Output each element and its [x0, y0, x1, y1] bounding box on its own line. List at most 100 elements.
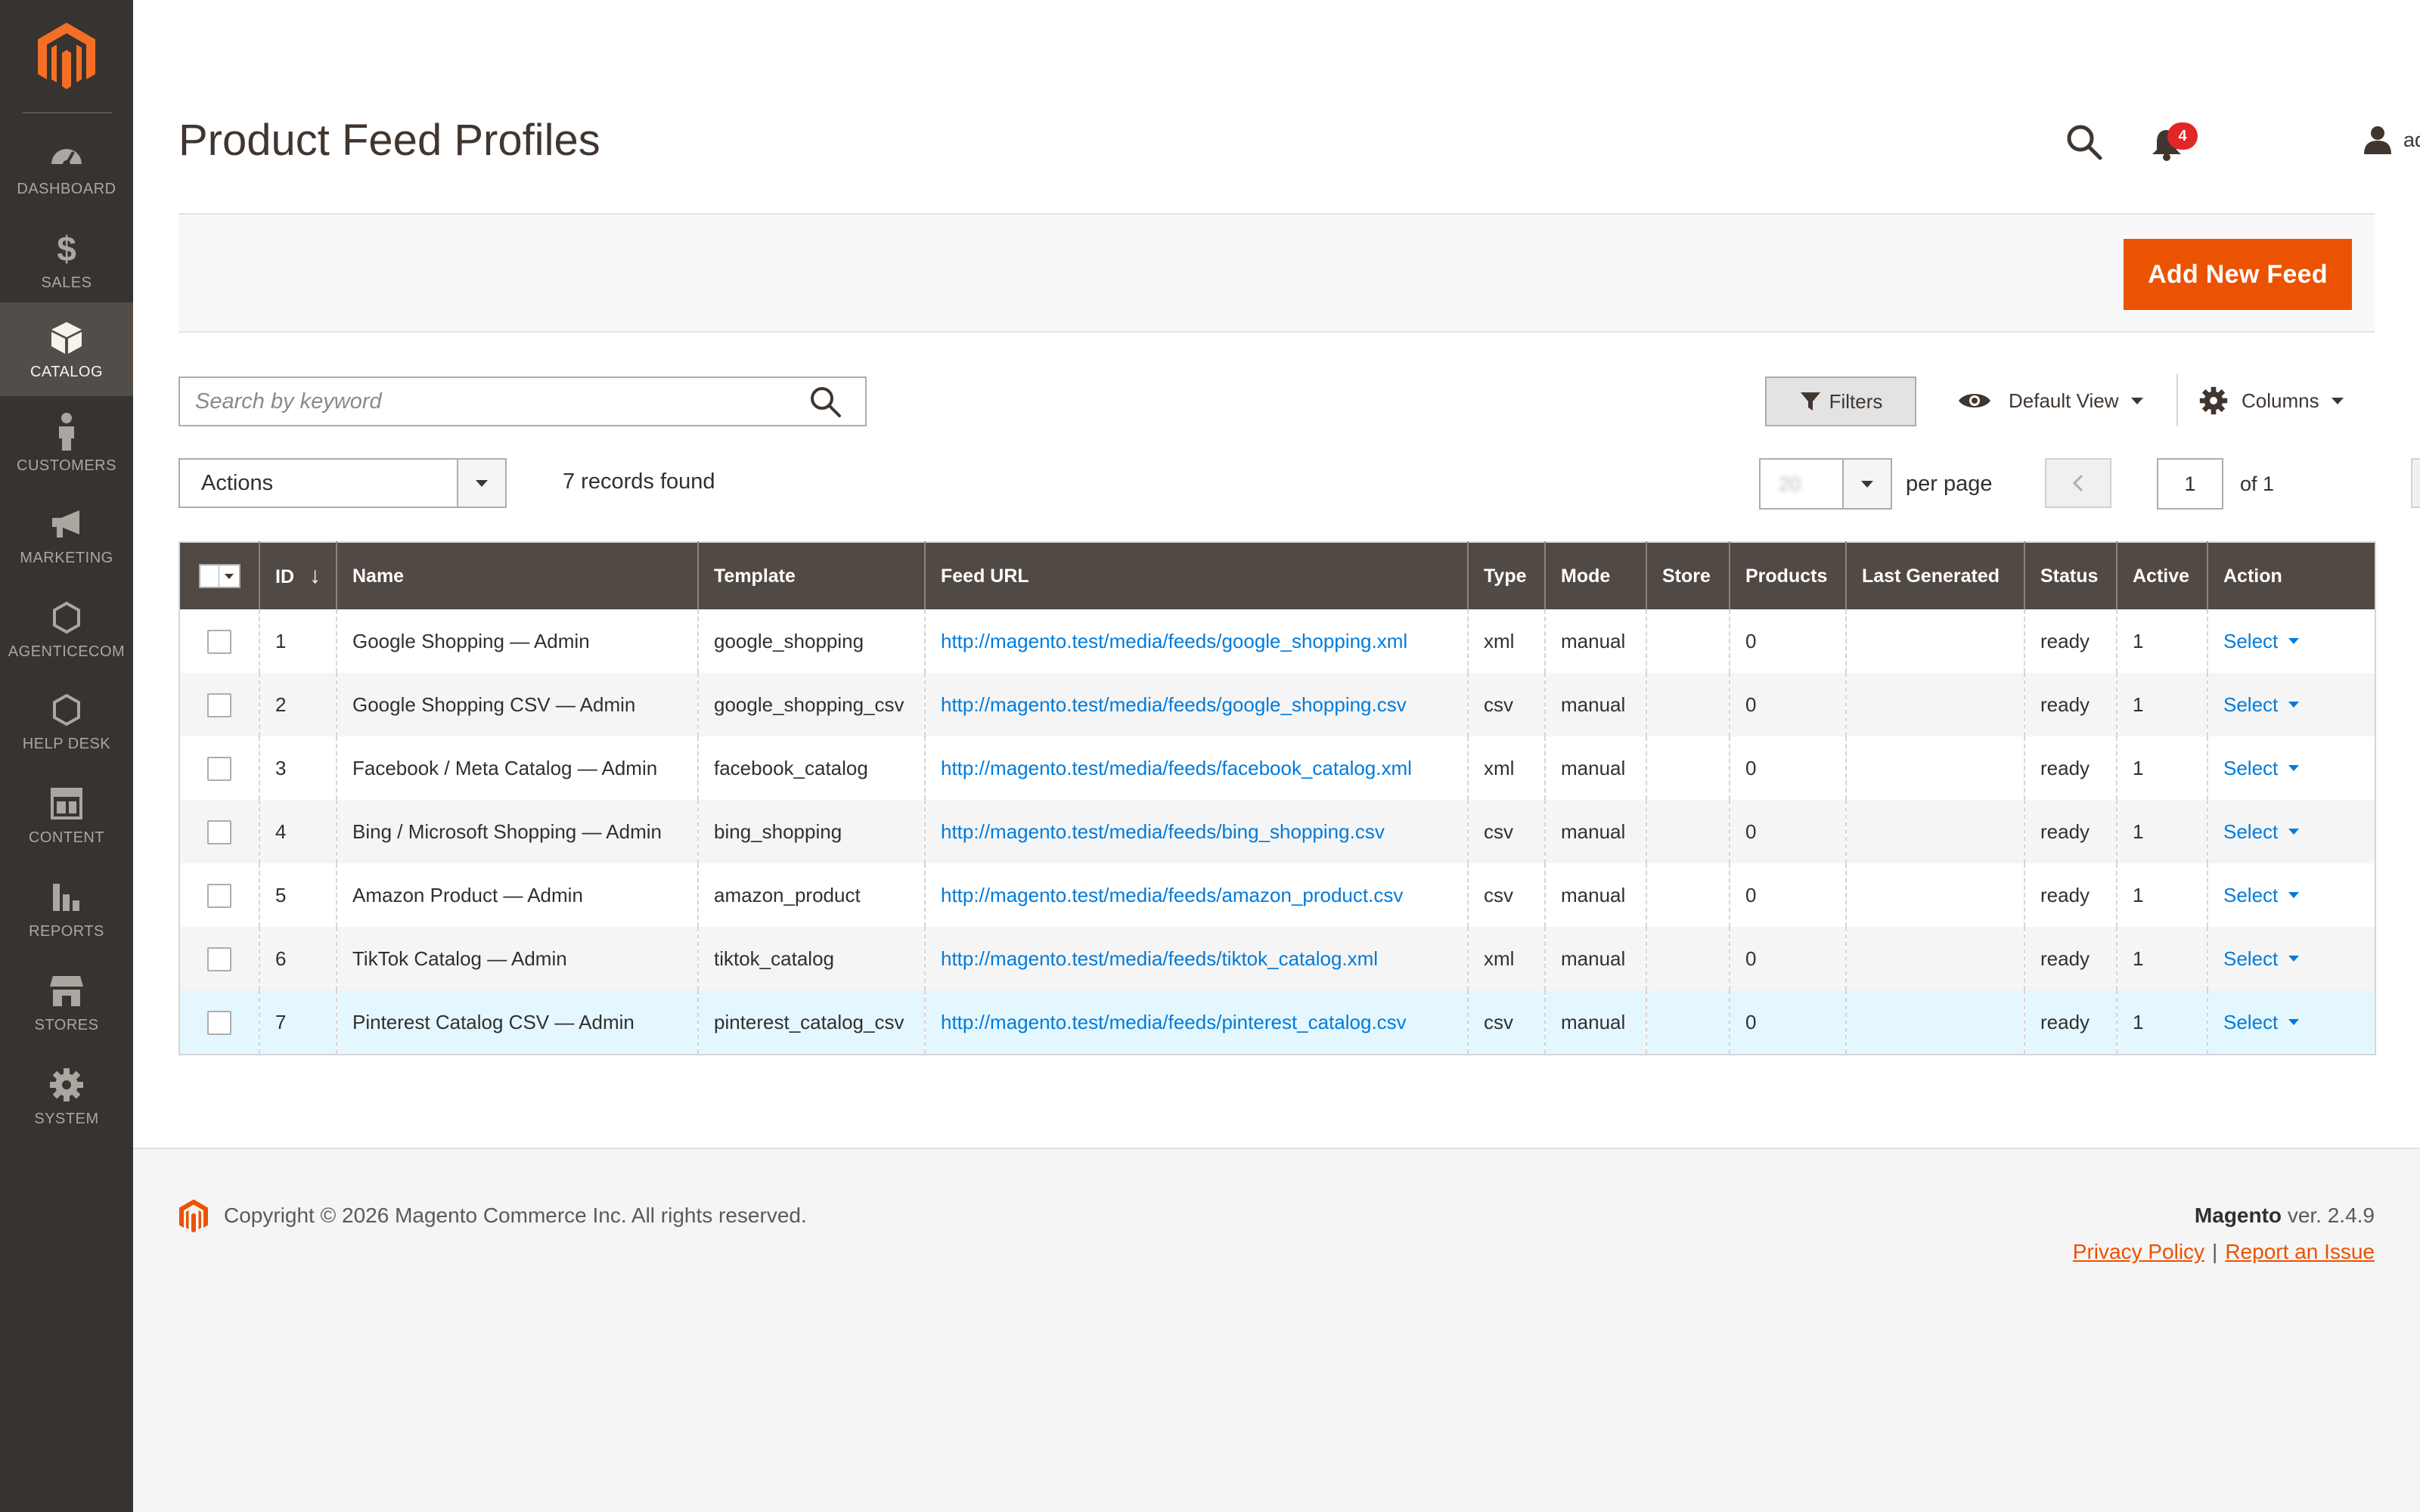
nav-label: CONTENT: [28, 829, 105, 846]
column-header-type[interactable]: Type: [1467, 542, 1545, 609]
nav-reports[interactable]: REPORTS: [0, 862, 133, 956]
nav-marketing[interactable]: MARKETING: [0, 488, 133, 582]
report-issue-link[interactable]: Report an Issue: [2225, 1240, 2375, 1263]
feed-url-link[interactable]: http://magento.test/media/feeds/bing_sho…: [941, 820, 1385, 843]
nav-content[interactable]: CONTENT: [0, 768, 133, 862]
nav-system[interactable]: SYSTEM: [0, 1049, 133, 1143]
table-row[interactable]: 4 Bing / Microsoft Shopping — Admin bing_s…: [179, 800, 2375, 863]
column-header-template[interactable]: Template: [697, 542, 925, 609]
column-header-feed-url[interactable]: Feed URL: [924, 542, 1468, 609]
add-new-feed-button[interactable]: Add New Feed: [2124, 239, 2352, 310]
cell-store: [1646, 990, 1730, 1055]
footer-separator: |: [2212, 1240, 2218, 1263]
column-header-name[interactable]: Name: [336, 542, 698, 609]
row-checkbox[interactable]: [207, 756, 231, 781]
default-view-dropdown[interactable]: Default View: [1957, 378, 2143, 423]
table-row[interactable]: 6 TikTok Catalog — Admin tiktok_catalog htt…: [179, 927, 2375, 990]
table-row[interactable]: 1 Google Shopping — Admin google_shopping h…: [179, 609, 2375, 673]
row-action-select[interactable]: Select: [2209, 820, 2300, 844]
search-icon[interactable]: [808, 384, 842, 419]
nav-sales[interactable]: $ SALES: [0, 213, 133, 307]
action-select-label: Select: [2223, 1010, 2279, 1033]
column-header-id[interactable]: ID ↓: [259, 542, 337, 609]
table-row[interactable]: 5 Amazon Product — Admin amazon_product htt…: [179, 863, 2375, 927]
chevron-down-icon: [2288, 956, 2300, 962]
mass-select-checkbox[interactable]: [198, 564, 240, 588]
previous-page-button[interactable]: [2045, 458, 2111, 508]
row-select-cell: [179, 990, 259, 1055]
nav-customers[interactable]: CUSTOMERS: [0, 396, 133, 490]
row-action-select[interactable]: Select: [2209, 947, 2300, 971]
privacy-policy-link[interactable]: Privacy Policy: [2073, 1240, 2204, 1263]
action-select-label: Select: [2223, 692, 2279, 716]
row-checkbox[interactable]: [207, 1010, 231, 1035]
keyword-search: [178, 376, 867, 426]
feed-url-link[interactable]: http://magento.test/media/feeds/facebook…: [941, 757, 1412, 779]
row-checkbox[interactable]: [207, 692, 231, 717]
cell-status: ready: [2024, 927, 2117, 990]
cell-template: tiktok_catalog: [697, 927, 925, 990]
cell-active: 1: [2116, 736, 2207, 800]
filters-button[interactable]: Filters: [1765, 376, 1916, 426]
mass-actions-dropdown[interactable]: Actions: [178, 458, 507, 508]
next-page-button[interactable]: [2411, 458, 2420, 508]
cell-type: xml: [1467, 609, 1545, 673]
column-header-active[interactable]: Active: [2116, 542, 2207, 609]
table-row[interactable]: 2 Google Shopping CSV — Admin google_shopp…: [179, 673, 2375, 736]
nav-stores[interactable]: STORES: [0, 956, 133, 1049]
cell-id: 3: [259, 736, 337, 800]
cell-mode: manual: [1544, 863, 1646, 927]
feed-url-link[interactable]: http://magento.test/media/feeds/amazon_p…: [941, 884, 1403, 906]
cell-action: Select: [2207, 609, 2375, 673]
feed-url-link[interactable]: http://magento.test/media/feeds/google_s…: [941, 693, 1407, 716]
row-action-select[interactable]: Select: [2209, 1010, 2300, 1034]
dashboard-icon: [47, 135, 86, 175]
row-checkbox[interactable]: [207, 883, 231, 908]
feed-url-link[interactable]: http://magento.test/media/feeds/tiktok_c…: [941, 947, 1378, 970]
cell-mode: manual: [1544, 736, 1646, 800]
cell-id: 7: [259, 990, 337, 1055]
column-header-products[interactable]: Products: [1729, 542, 1846, 609]
cell-last-generated: [1845, 673, 2024, 736]
column-header-last-generated[interactable]: Last Generated: [1845, 542, 2024, 609]
feed-url-link[interactable]: http://magento.test/media/feeds/pinteres…: [941, 1011, 1407, 1033]
nav-agenticecom[interactable]: AGENTICECOM: [0, 582, 133, 676]
default-view-label: Default View: [2009, 389, 2119, 412]
row-action-select[interactable]: Select: [2209, 756, 2300, 780]
column-header-status[interactable]: Status: [2024, 542, 2117, 609]
per-page-select[interactable]: 20: [1759, 458, 1892, 510]
cell-products: 0: [1729, 927, 1846, 990]
row-action-select[interactable]: Select: [2209, 884, 2300, 907]
brand-name: Magento: [2194, 1204, 2282, 1227]
table-row[interactable]: 3 Facebook / Meta Catalog — Admin facebook…: [179, 736, 2375, 800]
nav-catalog[interactable]: CATALOG: [0, 302, 133, 396]
row-select-cell: [179, 863, 259, 927]
table-row[interactable]: 7 Pinterest Catalog CSV — Admin pinterest_…: [179, 990, 2375, 1055]
current-page-input[interactable]: [2157, 458, 2223, 510]
cell-store: [1646, 863, 1730, 927]
nav-help-desk[interactable]: HELP DESK: [0, 674, 133, 768]
action-select-label: Select: [2223, 756, 2279, 779]
cell-feed-url: http://magento.test/media/feeds/facebook…: [924, 736, 1468, 800]
mass-select-header: [179, 542, 259, 609]
cell-mode: manual: [1544, 673, 1646, 736]
row-checkbox[interactable]: [207, 947, 231, 971]
cell-feed-url: http://magento.test/media/feeds/tiktok_c…: [924, 927, 1468, 990]
column-header-mode[interactable]: Mode: [1544, 542, 1646, 609]
nav-label: SYSTEM: [34, 1110, 99, 1127]
row-checkbox[interactable]: [207, 820, 231, 844]
bar-chart-icon: [47, 878, 86, 917]
row-action-select[interactable]: Select: [2209, 630, 2300, 653]
user-menu[interactable]: admin: [2363, 121, 2420, 159]
action-select-label: Select: [2223, 820, 2279, 843]
cell-name: TikTok Catalog — Admin: [336, 927, 698, 990]
columns-dropdown[interactable]: Columns: [2199, 378, 2344, 423]
search-icon[interactable]: [2065, 122, 2104, 162]
magento-logo-icon[interactable]: [36, 23, 97, 91]
search-input[interactable]: [180, 378, 815, 425]
nav-dashboard[interactable]: DASHBOARD: [0, 119, 133, 213]
row-action-select[interactable]: Select: [2209, 692, 2300, 717]
feed-url-link[interactable]: http://magento.test/media/feeds/google_s…: [941, 630, 1407, 652]
row-checkbox[interactable]: [207, 629, 231, 654]
column-header-store[interactable]: Store: [1646, 542, 1730, 609]
